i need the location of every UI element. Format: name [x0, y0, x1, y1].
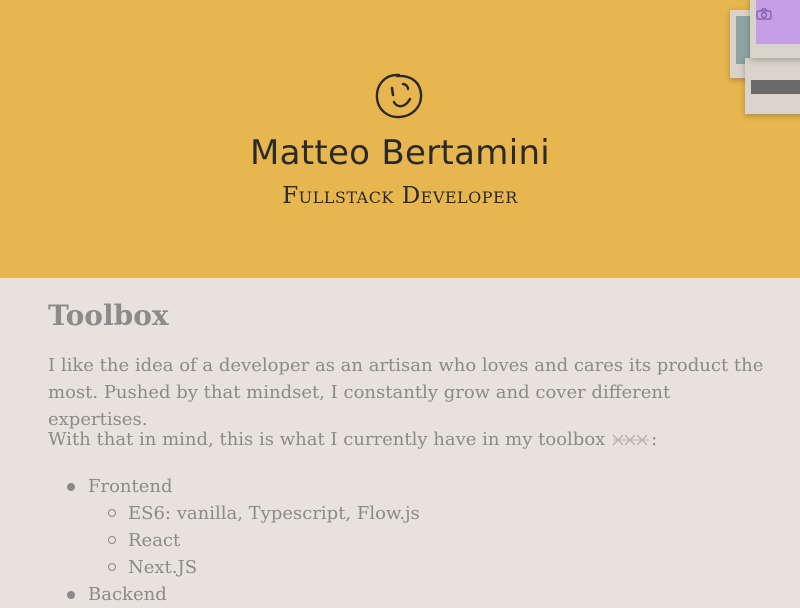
tools-icon: [612, 434, 650, 446]
job-title: Fullstack Developer: [282, 183, 518, 209]
photo-image: [756, 0, 800, 44]
toolbox-list: Frontend ES6: vanilla, Typescript, Flow.…: [48, 473, 768, 608]
list-item: Frontend ES6: vanilla, Typescript, Flow.…: [48, 473, 768, 581]
person-name: Matteo Bertamini: [249, 133, 551, 173]
lead-suffix: :: [651, 429, 658, 450]
photo-card[interactable]: [750, 0, 800, 58]
photo-image: [751, 80, 800, 94]
intro-paragraph: I like the idea of a developer as an art…: [48, 355, 764, 430]
hero-header: Matteo Bertamini Fullstack Developer: [0, 0, 800, 278]
camera-icon: [756, 8, 772, 20]
lead-paragraph: With that in mind, this is what I curren…: [48, 426, 768, 453]
category-label: Backend: [88, 584, 167, 605]
photo-card[interactable]: [745, 58, 800, 114]
list-item: React: [88, 527, 768, 554]
lead-text: With that in mind, this is what I curren…: [48, 429, 606, 450]
list-item: Next.JS: [88, 554, 768, 581]
photo-stack[interactable]: [730, 0, 800, 120]
section-title: Toolbox: [48, 299, 169, 332]
category-label: Frontend: [88, 476, 173, 497]
sub-list: ES6: vanilla, Typescript, Flow.js React …: [88, 500, 768, 581]
list-item: ES6: vanilla, Typescript, Flow.js: [88, 500, 768, 527]
smiley-face-icon: [375, 73, 423, 119]
list-item: Backend: [48, 581, 768, 608]
